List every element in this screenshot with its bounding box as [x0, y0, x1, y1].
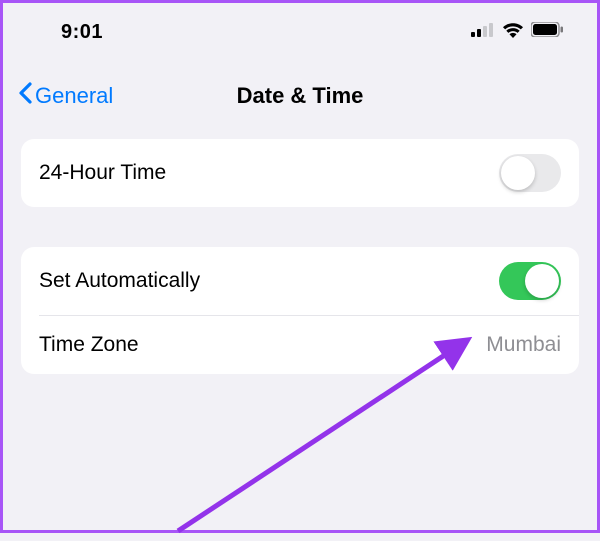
wifi-icon: [502, 22, 524, 43]
settings-group-automatic: Set Automatically Time Zone Mumbai: [21, 247, 579, 374]
toggle-24-hour-time[interactable]: [499, 154, 561, 192]
battery-icon: [531, 22, 563, 42]
row-time-zone[interactable]: Time Zone Mumbai: [21, 316, 579, 374]
toggle-set-automatically[interactable]: [499, 262, 561, 300]
back-button[interactable]: General: [17, 81, 113, 111]
toggle-knob: [501, 156, 535, 190]
cellular-icon: [471, 23, 495, 42]
status-icons: [471, 22, 569, 43]
row-label: Time Zone: [39, 333, 139, 357]
toggle-knob: [525, 264, 559, 298]
back-label: General: [35, 83, 113, 109]
chevron-left-icon: [17, 81, 33, 111]
row-value: Mumbai: [486, 333, 561, 357]
row-label: Set Automatically: [39, 269, 200, 293]
status-bar: 9:01: [3, 3, 597, 57]
row-label: 24-Hour Time: [39, 161, 166, 185]
nav-bar: General Date & Time: [3, 57, 597, 139]
row-24-hour-time: 24-Hour Time: [21, 139, 579, 207]
status-time: 9:01: [31, 21, 103, 44]
row-set-automatically: Set Automatically: [21, 247, 579, 315]
settings-group-format: 24-Hour Time: [21, 139, 579, 207]
